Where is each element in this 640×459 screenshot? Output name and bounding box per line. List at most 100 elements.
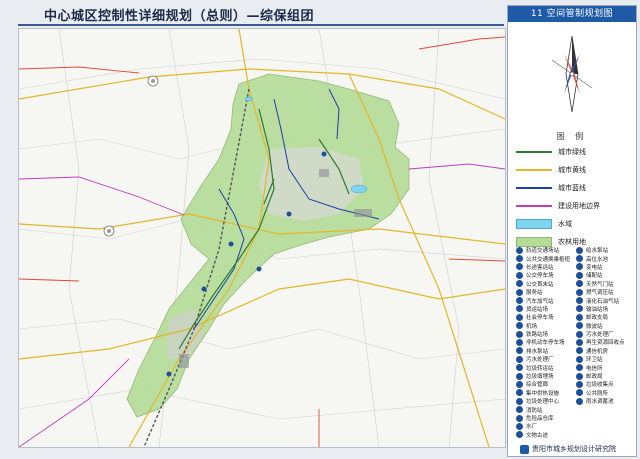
facility-icon bbox=[576, 297, 583, 305]
facility-symbol: 邮政局 bbox=[576, 372, 634, 380]
legend-item-water: 水域 bbox=[516, 215, 632, 233]
facility-icon bbox=[516, 297, 523, 305]
facility-label: 垃圾处理中心 bbox=[526, 399, 560, 406]
facility-symbol: 文物古迹 bbox=[516, 431, 574, 439]
facility-icon bbox=[516, 330, 523, 338]
facility-label: 危险品仓库 bbox=[526, 416, 554, 422]
water-swatch bbox=[516, 219, 552, 229]
facility-label: 再生资源回收点 bbox=[586, 340, 625, 347]
facility-label: 污水处理厂 bbox=[526, 357, 554, 364]
facility-icon bbox=[516, 313, 523, 321]
facility-label: 文物古迹 bbox=[526, 432, 549, 439]
facility-symbol: 垃圾处理中心 bbox=[516, 397, 574, 405]
facility-symbol: 微波站 bbox=[576, 322, 634, 330]
boundary-line-swatch bbox=[516, 201, 552, 211]
legend-label: 城市蓝线 bbox=[558, 184, 586, 192]
facility-symbol: 燃气调压站 bbox=[576, 288, 634, 296]
facility-symbol: 公交首末站 bbox=[516, 280, 574, 288]
facility-symbol: 公交停车场 bbox=[516, 271, 574, 279]
facility-symbol: 公共厕所 bbox=[576, 389, 634, 397]
sheet-title: 11 空间管制规划图 bbox=[508, 6, 636, 22]
facility-symbol-grid: 轨道交通场站 给水泵站 公共交通换乘枢纽 高位水池 长途客运站 变电站 公交停车场 储配站 公交… bbox=[516, 246, 634, 439]
facility-symbol: 社会停车场 bbox=[516, 313, 574, 321]
facility-label: 消防站 bbox=[526, 407, 543, 414]
facility-label: 垃圾填埋场 bbox=[526, 374, 554, 381]
legend-item-boundary: 建设用地边界 bbox=[516, 197, 632, 215]
facility-icon bbox=[576, 372, 583, 380]
facility-icon bbox=[576, 313, 583, 321]
planning-zone bbox=[126, 73, 410, 418]
facility-symbol: 长途客运站 bbox=[516, 263, 574, 271]
facility-icon bbox=[576, 288, 583, 296]
facility-label: 长途客运站 bbox=[526, 264, 554, 271]
facility-symbol bbox=[576, 431, 634, 439]
facility-icon bbox=[576, 338, 583, 346]
facility-icon bbox=[516, 414, 523, 422]
facility-icon bbox=[576, 263, 583, 271]
facility-icon bbox=[516, 422, 523, 430]
legend-item-yellow-line: 城市黄线 bbox=[516, 161, 632, 179]
title-divider bbox=[18, 24, 504, 26]
facility-icon bbox=[516, 431, 523, 439]
facility-icon bbox=[576, 397, 583, 405]
facility-icon bbox=[516, 355, 523, 363]
facility-symbol: 公共交通换乘枢纽 bbox=[516, 254, 574, 263]
facility-label: 综合管廊 bbox=[526, 382, 549, 389]
facility-label: 社会停车场 bbox=[526, 315, 554, 322]
facility-symbol: 天然气门站 bbox=[576, 280, 634, 288]
legend-label: 水域 bbox=[558, 220, 572, 228]
legend-list: 城市绿线 城市黄线 城市蓝线 建设用地边界 水域 农林用地 bbox=[516, 143, 632, 251]
facility-label: 电信所 bbox=[586, 365, 603, 372]
facility-label: 邮政支局 bbox=[586, 315, 609, 322]
facility-icon bbox=[516, 347, 523, 355]
facility-label: 高位水池 bbox=[586, 256, 609, 263]
facility-icon bbox=[576, 305, 583, 313]
facility-icon bbox=[576, 255, 583, 263]
map-svg bbox=[19, 29, 505, 447]
facility-symbol: 机场 bbox=[516, 322, 574, 330]
facility-symbol: 环卫站 bbox=[576, 355, 634, 363]
facility-symbol: 垃圾转运站 bbox=[516, 363, 574, 372]
facility-symbol: 再生资源回收点 bbox=[576, 338, 634, 346]
facility-label: 环卫站 bbox=[586, 357, 603, 364]
facility-icon bbox=[576, 355, 583, 363]
facility-symbol: 给水泵站 bbox=[576, 246, 634, 254]
facility-symbol: 铁路站场 bbox=[516, 330, 574, 338]
facility-icon bbox=[576, 280, 583, 288]
institute-name: 贵阳市城乡规划设计研究院 bbox=[532, 445, 616, 453]
facility-icon bbox=[576, 246, 583, 254]
facility-symbol: 轨道交通场站 bbox=[516, 246, 574, 254]
facility-symbol: 电信所 bbox=[576, 363, 634, 372]
facility-symbol: 垃圾收集点 bbox=[576, 380, 634, 388]
green-line-swatch bbox=[516, 147, 552, 157]
facility-symbol: 服务站 bbox=[516, 288, 574, 296]
facility-symbol: 高位水池 bbox=[576, 254, 634, 263]
legend-label: 建设用地边界 bbox=[558, 202, 600, 210]
facility-icon bbox=[516, 322, 523, 330]
facility-symbol: 综合管廊 bbox=[516, 380, 574, 388]
facility-symbol: 水厂 bbox=[516, 422, 574, 430]
facility-label: 垃圾转运站 bbox=[526, 365, 554, 372]
legend-item-blue-line: 城市蓝线 bbox=[516, 179, 632, 197]
facility-symbol bbox=[576, 422, 634, 430]
facility-symbol: 雨水调蓄池 bbox=[576, 397, 634, 405]
facility-symbol: 污水处理厂 bbox=[576, 330, 634, 338]
legend-label: 城市黄线 bbox=[558, 166, 586, 174]
facility-icon bbox=[516, 372, 523, 380]
facility-icon bbox=[516, 263, 523, 271]
facility-icon bbox=[516, 246, 523, 254]
facility-icon bbox=[516, 305, 523, 313]
facility-symbol: 邮政支局 bbox=[576, 313, 634, 321]
blue-line-swatch bbox=[516, 183, 552, 193]
facility-label: 液化石油气站 bbox=[586, 298, 620, 305]
facility-symbol bbox=[576, 414, 634, 422]
facility-label: 微波站 bbox=[586, 323, 603, 330]
facility-label: 集中供热设施 bbox=[526, 390, 560, 397]
facility-symbol: 危险品仓库 bbox=[516, 414, 574, 422]
facility-label: 铁路站场 bbox=[526, 332, 549, 339]
facility-icon bbox=[516, 380, 523, 388]
facility-icon bbox=[576, 330, 583, 338]
facility-label: 服务站 bbox=[526, 290, 543, 297]
facility-symbol: 汽车加气站 bbox=[516, 296, 574, 305]
map-canvas[interactable] bbox=[18, 28, 506, 448]
